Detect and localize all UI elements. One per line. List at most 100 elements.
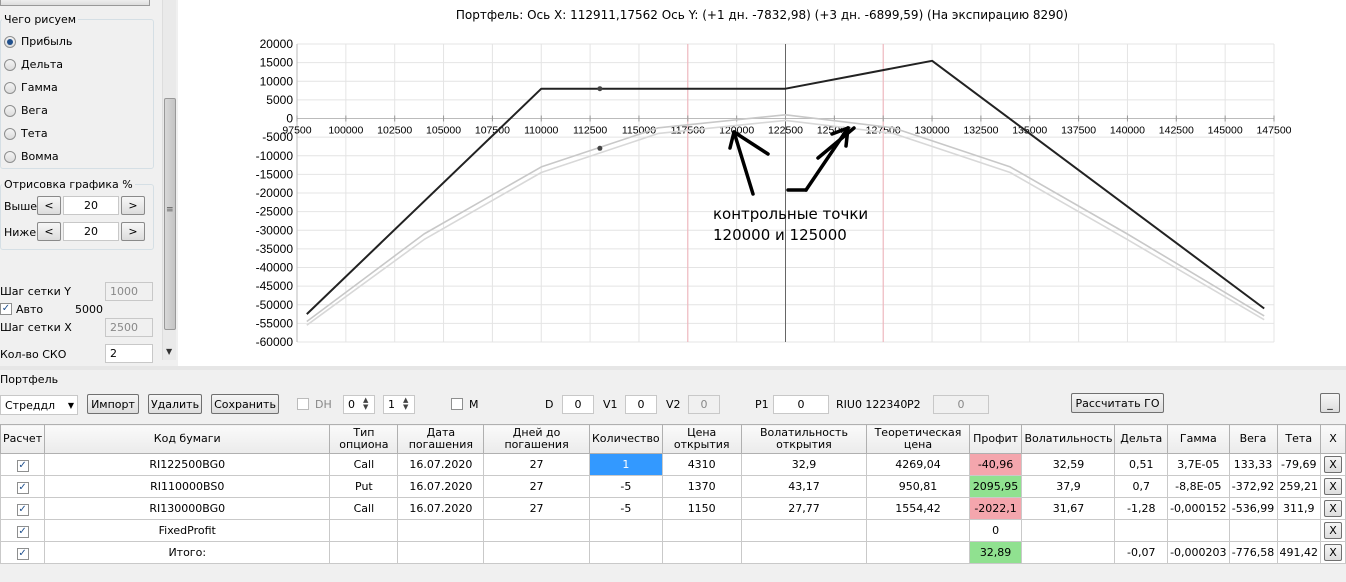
v2-input[interactable]: 0 — [688, 395, 720, 414]
table-cell[interactable]: RI110000BS0 — [44, 475, 331, 498]
calc-checkbox-cell[interactable]: ✓ — [0, 541, 46, 564]
table-cell[interactable]: -536,99 — [1228, 497, 1278, 520]
import-button[interactable]: Импорт — [87, 394, 139, 414]
table-cell[interactable] — [866, 519, 970, 542]
table-cell[interactable] — [661, 519, 742, 542]
table-cell[interactable]: 16.07.2020 — [397, 475, 485, 498]
m-checkbox[interactable] — [451, 398, 463, 410]
delete-button[interactable]: Удалить — [148, 394, 202, 414]
radio-icon[interactable] — [4, 58, 16, 71]
table-cell[interactable] — [329, 519, 399, 542]
table-row[interactable]: ✓ Итого: 32,89 -0,07 -0,000203 -776,58 491,42 X — [0, 541, 1346, 564]
table-cell[interactable]: -372,92 — [1228, 475, 1278, 498]
table-cell[interactable]: Call — [329, 497, 399, 520]
above-input[interactable]: 20 — [63, 196, 119, 215]
above-increase-button[interactable]: > — [121, 196, 145, 215]
table-cell[interactable]: -1,28 — [1114, 497, 1169, 520]
table-cell[interactable]: -40,96 — [968, 453, 1023, 476]
table-cell[interactable]: 491,42 — [1276, 541, 1321, 564]
table-cell[interactable]: 32,59 — [1021, 453, 1116, 476]
above-decrease-button[interactable]: < — [37, 196, 61, 215]
radio-icon[interactable] — [4, 81, 16, 94]
minimize-button[interactable]: _ — [1320, 393, 1340, 413]
table-cell[interactable] — [1021, 519, 1116, 542]
column-header[interactable]: Количество — [588, 424, 663, 454]
column-header[interactable]: X — [1320, 424, 1346, 454]
table-cell[interactable]: Put — [329, 475, 399, 498]
table-cell[interactable] — [661, 541, 742, 564]
table-cell[interactable]: 259,21 — [1276, 475, 1321, 498]
draw-option-radio[interactable]: Тета — [4, 127, 48, 140]
table-cell[interactable]: -5 — [588, 475, 663, 498]
table-cell[interactable] — [329, 541, 399, 564]
table-cell[interactable]: 32,89 — [968, 541, 1023, 564]
column-header[interactable]: Теоретическая цена — [866, 424, 970, 454]
remove-row-cell[interactable]: X — [1320, 519, 1346, 542]
table-cell[interactable]: 37,9 — [1021, 475, 1116, 498]
table-cell[interactable] — [1167, 519, 1230, 542]
save-button[interactable]: Сохранить — [211, 394, 279, 414]
remove-row-cell[interactable]: X — [1320, 453, 1346, 476]
table-row[interactable]: ✓ RI130000BG0 Call 16.07.2020 27 -5 1150 27,77 1… — [0, 497, 1346, 520]
table-cell[interactable]: 1370 — [661, 475, 742, 498]
table-cell[interactable]: 2095,95 — [968, 475, 1023, 498]
column-header[interactable]: Вега — [1228, 424, 1278, 454]
table-cell[interactable]: FixedProfit — [44, 519, 331, 542]
spinner-arrows-icon[interactable]: ▲ ▼ — [403, 397, 408, 411]
calc-checkbox-cell[interactable]: ✓ — [0, 519, 46, 542]
calc-go-button[interactable]: Рассчитать ГО — [1071, 393, 1164, 413]
table-cell[interactable]: -776,58 — [1228, 541, 1278, 564]
table-cell[interactable]: 27 — [483, 453, 590, 476]
left-scrollbar[interactable]: ≡ ▼ — [162, 0, 176, 360]
calc-checkbox-cell[interactable]: ✓ — [0, 497, 46, 520]
checkbox-icon[interactable]: ✓ — [16, 459, 29, 472]
column-header[interactable]: Код бумаги — [44, 424, 331, 454]
table-cell[interactable]: 4269,04 — [866, 453, 970, 476]
checkbox-icon[interactable]: ✓ — [16, 547, 29, 560]
draw-option-radio[interactable]: Дельта — [4, 58, 63, 71]
remove-row-button[interactable]: X — [1324, 500, 1342, 517]
table-cell[interactable]: 27 — [483, 497, 590, 520]
radio-icon[interactable] — [4, 35, 16, 48]
column-header[interactable]: Дельта — [1114, 424, 1169, 454]
table-cell[interactable]: -0,000152 — [1167, 497, 1230, 520]
below-decrease-button[interactable]: < — [37, 222, 61, 241]
table-cell[interactable]: 43,17 — [740, 475, 868, 498]
column-header[interactable]: Цена открытия — [661, 424, 742, 454]
table-cell[interactable] — [1114, 519, 1169, 542]
top-button-edge[interactable] — [0, 0, 150, 6]
table-cell[interactable] — [1228, 519, 1278, 542]
table-cell[interactable] — [866, 541, 970, 564]
table-cell[interactable] — [1276, 519, 1321, 542]
column-header[interactable]: Волатильность — [1021, 424, 1116, 454]
scroll-down-icon[interactable]: ▼ — [166, 347, 172, 356]
remove-row-button[interactable]: X — [1324, 478, 1342, 495]
table-cell[interactable]: 311,9 — [1276, 497, 1321, 520]
table-cell[interactable]: -0,07 — [1114, 541, 1169, 564]
draw-option-radio[interactable]: Прибыль — [4, 35, 72, 48]
dh-checkbox[interactable] — [297, 398, 309, 410]
checkbox-icon[interactable]: ✓ — [16, 503, 29, 516]
table-cell[interactable] — [397, 519, 485, 542]
table-cell[interactable]: 16.07.2020 — [397, 453, 485, 476]
table-cell[interactable] — [740, 519, 868, 542]
column-header[interactable]: Волатильность открытия — [740, 424, 868, 454]
v1-input[interactable]: 0 — [625, 395, 657, 414]
calc-checkbox-cell[interactable]: ✓ — [0, 475, 46, 498]
table-cell[interactable] — [740, 541, 868, 564]
below-increase-button[interactable]: > — [121, 222, 145, 241]
table-row[interactable]: ✓ RI122500BG0 Call 16.07.2020 27 1 4310 32,9 426… — [0, 453, 1346, 476]
remove-row-cell[interactable]: X — [1320, 497, 1346, 520]
table-cell[interactable]: Call — [329, 453, 399, 476]
table-cell[interactable]: 0,7 — [1114, 475, 1169, 498]
column-header[interactable]: Гамма — [1167, 424, 1230, 454]
table-cell[interactable]: RI130000BG0 — [44, 497, 331, 520]
table-cell[interactable]: 0 — [968, 519, 1023, 542]
grid-x-input[interactable]: 2500 — [105, 318, 153, 337]
table-row[interactable]: ✓ FixedProfit 0 X — [0, 519, 1346, 542]
below-input[interactable]: 20 — [63, 222, 119, 241]
spin1-input[interactable]: 0 — [343, 395, 375, 414]
column-header[interactable]: Дней до погашения — [483, 424, 590, 454]
radio-icon[interactable] — [4, 127, 16, 140]
column-header[interactable]: Тета — [1276, 424, 1321, 454]
